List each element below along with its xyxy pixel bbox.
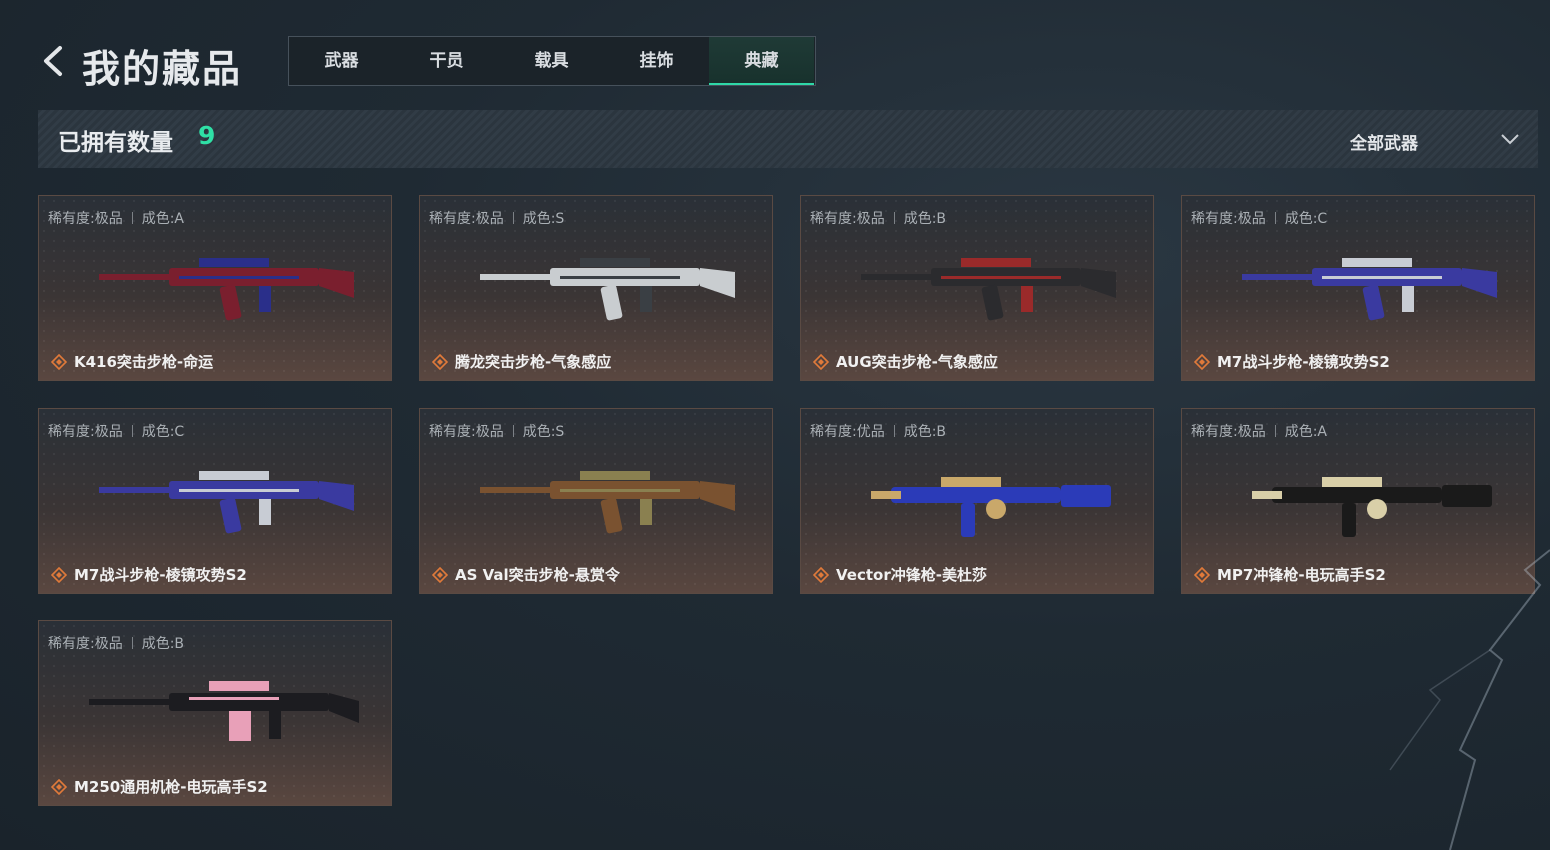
- rarity-label: 稀有度:极品: [48, 211, 123, 227]
- item-name: M7战斗步枪-棱镜攻势S2: [1217, 353, 1390, 371]
- rifle-icon: [861, 258, 1116, 321]
- meta-divider: [893, 212, 895, 224]
- chevron-down-icon: [1501, 134, 1519, 145]
- collection-card[interactable]: 稀有度:极品 成色:A MP7冲锋枪-电玩高手S2: [1181, 408, 1535, 594]
- condition-label: 成色:S: [522, 211, 565, 227]
- meta-divider: [1274, 425, 1276, 437]
- card-meta: 稀有度:极品 成色:B: [810, 208, 946, 228]
- rarity-diamond-icon: [432, 567, 448, 583]
- collection-grid: 稀有度:极品 成色:A K416突击步枪-命运 稀有度:极品 成色:S 腾龙突击步枪-气象…: [38, 195, 1538, 815]
- item-name: M250通用机枪-电玩高手S2: [74, 778, 268, 796]
- rarity-diamond-icon: [432, 354, 448, 370]
- collection-card[interactable]: 稀有度:极品 成色:C M7战斗步枪-棱镜攻势S2: [38, 408, 392, 594]
- card-meta: 稀有度:极品 成色:S: [429, 421, 564, 441]
- card-meta: 稀有度:极品 成色:A: [48, 208, 184, 228]
- rifle-icon: [1242, 258, 1497, 321]
- card-meta: 稀有度:极品 成色:C: [48, 421, 184, 441]
- meta-divider: [131, 212, 133, 224]
- condition-label: 成色:B: [141, 636, 185, 652]
- meta-divider: [131, 637, 133, 649]
- item-name: AUG突击步枪-气象感应: [836, 353, 998, 371]
- card-meta: 稀有度:极品 成色:A: [1191, 421, 1327, 441]
- machine-gun-icon: [89, 681, 359, 741]
- rarity-label: 稀有度:极品: [429, 211, 504, 227]
- item-name: M7战斗步枪-棱镜攻势S2: [74, 566, 247, 584]
- condition-label: 成色:B: [903, 211, 947, 227]
- condition-label: 成色:B: [903, 424, 947, 440]
- rarity-label: 稀有度:极品: [1191, 424, 1266, 440]
- collection-card[interactable]: 稀有度:优品 成色:B Vector冲锋枪-美杜莎: [800, 408, 1154, 594]
- meta-divider: [512, 425, 514, 437]
- rifle-icon: [480, 471, 735, 534]
- item-name: Vector冲锋枪-美杜莎: [836, 566, 987, 584]
- rarity-label: 稀有度:极品: [429, 424, 504, 440]
- rarity-diamond-icon: [51, 567, 67, 583]
- rifle-icon: [480, 258, 735, 321]
- collection-card[interactable]: 稀有度:极品 成色:C M7战斗步枪-棱镜攻势S2: [1181, 195, 1535, 381]
- rifle-icon: [99, 258, 354, 321]
- tab-collection[interactable]: 典藏: [709, 37, 814, 85]
- condition-label: 成色:A: [141, 211, 185, 227]
- rarity-diamond-icon: [1194, 567, 1210, 583]
- owned-count-bar: 已拥有数量 9 全部武器: [38, 110, 1538, 168]
- meta-divider: [893, 425, 895, 437]
- weapon-filter-dropdown[interactable]: 全部武器: [1350, 110, 1520, 168]
- card-meta: 稀有度:极品 成色:S: [429, 208, 564, 228]
- condition-label: 成色:S: [522, 424, 565, 440]
- tab-weapons[interactable]: 武器: [289, 37, 394, 85]
- rarity-label: 稀有度:极品: [1191, 211, 1266, 227]
- condition-label: 成色:C: [1284, 211, 1328, 227]
- page-title: 我的藏品: [82, 47, 243, 91]
- condition-label: 成色:C: [141, 424, 185, 440]
- item-name: MP7冲锋枪-电玩高手S2: [1217, 566, 1386, 584]
- meta-divider: [512, 212, 514, 224]
- item-name: 腾龙突击步枪-气象感应: [455, 353, 612, 371]
- rifle-icon: [99, 471, 354, 534]
- tab-charms[interactable]: 挂饰: [604, 37, 709, 85]
- collection-card[interactable]: 稀有度:极品 成色:S AS Val突击步枪-悬赏令: [419, 408, 773, 594]
- rarity-diamond-icon: [813, 567, 829, 583]
- weapon-filter-label: 全部武器: [1350, 134, 1418, 154]
- rarity-label: 稀有度:极品: [48, 636, 123, 652]
- collection-card[interactable]: 稀有度:极品 成色:B M250通用机枪-电玩高手S2: [38, 620, 392, 806]
- collection-card[interactable]: 稀有度:极品 成色:B AUG突击步枪-气象感应: [800, 195, 1154, 381]
- owned-count-value: 9: [198, 121, 216, 150]
- rarity-diamond-icon: [1194, 354, 1210, 370]
- item-name: AS Val突击步枪-悬赏令: [455, 566, 620, 584]
- collection-card[interactable]: 稀有度:极品 成色:S 腾龙突击步枪-气象感应: [419, 195, 773, 381]
- smg-icon: [1252, 477, 1492, 537]
- tab-vehicles[interactable]: 载具: [499, 37, 604, 85]
- collection-card[interactable]: 稀有度:极品 成色:A K416突击步枪-命运: [38, 195, 392, 381]
- card-meta: 稀有度:极品 成色:B: [48, 633, 184, 653]
- rarity-diamond-icon: [51, 779, 67, 795]
- condition-label: 成色:A: [1284, 424, 1328, 440]
- card-meta: 稀有度:极品 成色:C: [1191, 208, 1327, 228]
- card-meta: 稀有度:优品 成色:B: [810, 421, 946, 441]
- meta-divider: [1274, 212, 1276, 224]
- rarity-label: 稀有度:极品: [810, 211, 885, 227]
- smg-icon: [871, 477, 1111, 537]
- rarity-label: 稀有度:极品: [48, 424, 123, 440]
- rarity-diamond-icon: [51, 354, 67, 370]
- owned-count-label: 已拥有数量: [58, 130, 173, 156]
- meta-divider: [131, 425, 133, 437]
- category-tabs: 武器 干员 载具 挂饰 典藏: [288, 36, 816, 86]
- rarity-diamond-icon: [813, 354, 829, 370]
- tab-operators[interactable]: 干员: [394, 37, 499, 85]
- back-arrow-icon[interactable]: [38, 44, 68, 78]
- item-name: K416突击步枪-命运: [74, 353, 214, 371]
- rarity-label: 稀有度:优品: [810, 424, 885, 440]
